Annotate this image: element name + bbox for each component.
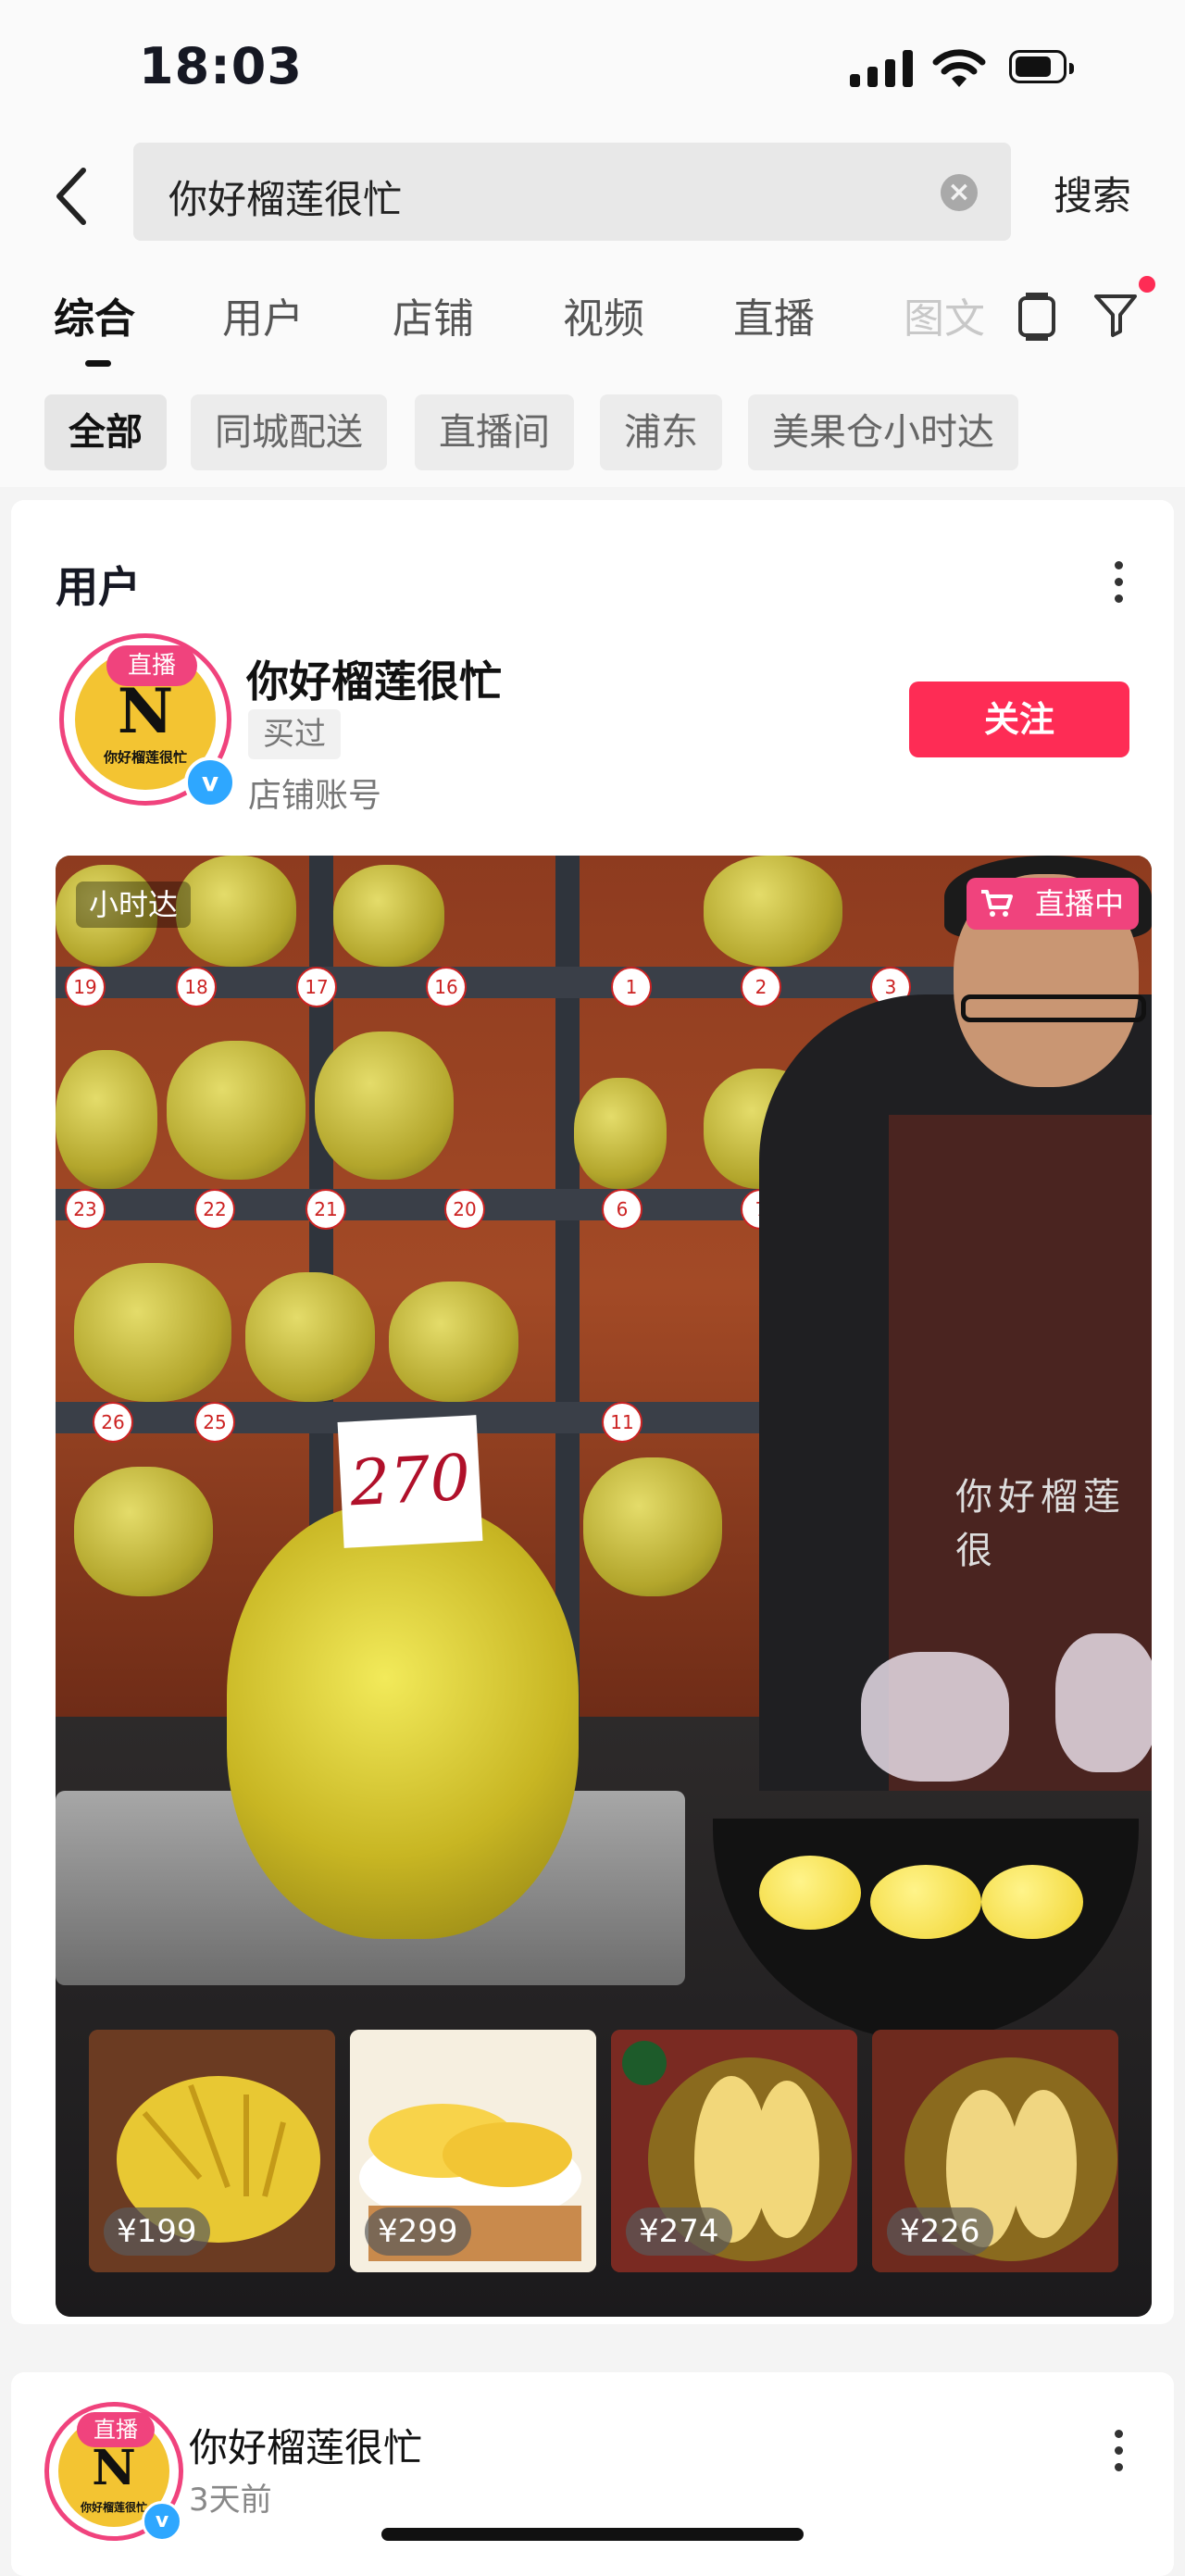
follow-button[interactable]: 关注 — [909, 682, 1129, 757]
search-header: 你好榴莲很忙 × 搜索 — [0, 137, 1185, 257]
avatar-live-badge: 直播 — [77, 2412, 155, 2447]
section-title: 用户 — [56, 562, 141, 612]
post-author-name[interactable]: 你好榴莲很忙 — [189, 2417, 422, 2473]
streamer-glasses — [961, 994, 1146, 1022]
product-price: ¥226 — [887, 2207, 993, 2256]
purchased-tag: 买过 — [248, 709, 341, 759]
whole-durian-on-scale — [227, 1504, 579, 1939]
post-timestamp: 3天前 — [189, 2482, 272, 2519]
apron-logo-text: 你好榴莲很 — [955, 1476, 1126, 1572]
search-button[interactable]: 搜索 — [1054, 165, 1131, 221]
battery-icon — [1009, 50, 1074, 83]
live-now-label: 直播中 — [1034, 886, 1124, 921]
filter-notification-dot — [1139, 276, 1155, 293]
chip-live-room[interactable]: 直播间 — [415, 394, 574, 470]
more-options-icon[interactable] — [1113, 559, 1124, 606]
tab-graphic-text[interactable]: 图文 — [904, 285, 985, 344]
user-result-card: 用户 N 你好榴莲很忙 直播 v 你好榴莲很忙 买过 店铺账号 关注 19 18… — [11, 500, 1174, 2324]
verified-icon: v — [142, 2501, 182, 2542]
layout-toggle-icon[interactable] — [1017, 293, 1057, 341]
live-now-badge: 直播中 — [967, 878, 1139, 930]
more-options-icon[interactable] — [1113, 2428, 1124, 2474]
avatar-logo-letter: N — [92, 2440, 136, 2496]
shopping-cart-icon — [981, 890, 1013, 917]
result-type-tabs: 综合 用户 店铺 视频 直播 图文 — [0, 257, 1185, 378]
tab-videos[interactable]: 视频 — [563, 285, 644, 344]
clear-search-icon[interactable]: × — [941, 174, 978, 211]
account-type-label: 店铺账号 — [248, 777, 382, 815]
wifi-icon — [932, 49, 986, 87]
product-price: ¥199 — [104, 2207, 210, 2256]
active-tab-indicator — [85, 360, 111, 367]
cellular-signal-icon — [850, 48, 913, 87]
tab-live[interactable]: 直播 — [733, 285, 815, 344]
tab-users[interactable]: 用户 — [222, 285, 304, 344]
product-price: ¥274 — [626, 2207, 732, 2256]
chip-pudong[interactable]: 浦东 — [600, 394, 722, 470]
back-arrow-icon[interactable] — [44, 157, 100, 235]
verified-icon: v — [184, 757, 236, 808]
post-card[interactable]: N 你好榴莲很忙 直播 v 你好榴莲很忙 3天前 — [11, 2372, 1174, 2576]
account-name[interactable]: 你好榴莲很忙 — [246, 648, 502, 709]
avatar[interactable]: N 你好榴莲很忙 直播 v — [59, 633, 236, 808]
product-thumbnail[interactable]: ¥299 — [350, 2030, 596, 2272]
home-indicator[interactable] — [381, 2528, 804, 2541]
tab-shops[interactable]: 店铺 — [393, 285, 474, 344]
delivery-badge: 小时达 — [76, 882, 192, 928]
product-thumbnail[interactable]: ¥274 — [611, 2030, 857, 2272]
product-price: ¥299 — [365, 2207, 471, 2256]
tab-all[interactable]: 综合 — [54, 285, 135, 344]
chip-meiguocang[interactable]: 美果仓小时达 — [748, 394, 1018, 470]
handwritten-price-card: 270 — [337, 1415, 483, 1548]
chip-same-city-delivery[interactable]: 同城配送 — [191, 394, 387, 470]
chip-all[interactable]: 全部 — [44, 394, 167, 470]
status-bar: 18:03 — [0, 0, 1185, 137]
filter-icon[interactable] — [1092, 291, 1141, 339]
status-time: 18:03 — [139, 37, 303, 95]
product-thumbnail[interactable]: ¥226 — [872, 2030, 1118, 2272]
avatar-live-badge: 直播 — [106, 645, 197, 686]
post-author-avatar[interactable]: N 你好榴莲很忙 直播 v — [44, 2402, 183, 2542]
live-stream-preview[interactable]: 19 18 17 16 1 2 3 23 22 21 20 6 7 26 25 … — [56, 856, 1152, 2317]
search-query-text: 你好榴莲很忙 — [168, 177, 403, 222]
filter-chips: 全部 同城配送 直播间 浦东 美果仓小时达 — [0, 378, 1185, 487]
search-input[interactable]: 你好榴莲很忙 × — [133, 143, 1011, 241]
product-thumbnail[interactable]: ¥199 — [89, 2030, 335, 2272]
